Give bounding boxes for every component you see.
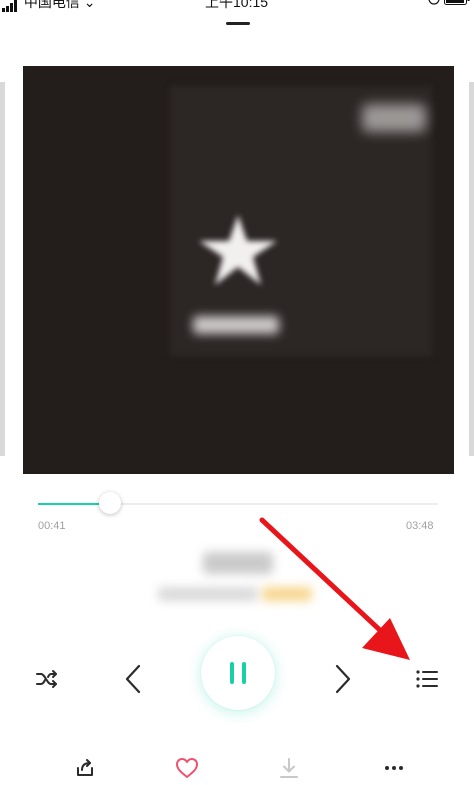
status-left: 中国电信 ⌄ (2, 0, 96, 12)
more-button[interactable] (378, 754, 410, 782)
total-time: 03:48 (406, 520, 434, 532)
artist-tag[interactable] (262, 587, 312, 601)
playlist-button[interactable] (411, 664, 443, 694)
elapsed-time: 00:41 (38, 520, 66, 532)
chevron-right-icon (335, 664, 351, 694)
progress-thumb[interactable] (99, 492, 121, 514)
more-icon (385, 766, 403, 770)
battery-icon (444, 0, 470, 5)
progress-slider[interactable] (38, 492, 438, 514)
heart-icon (176, 758, 198, 778)
shuffle-button[interactable] (30, 662, 64, 696)
play-pause-button[interactable] (201, 636, 275, 710)
alarm-icon (428, 0, 440, 5)
carrier-name: 中国电信 (23, 0, 80, 10)
status-time: 上午10:15 (205, 0, 269, 10)
album-art-corner-tag (362, 104, 426, 132)
previous-button[interactable] (118, 660, 148, 698)
signal-icon (2, 0, 17, 12)
like-button[interactable] (171, 754, 203, 782)
download-icon (280, 758, 298, 778)
chevron-left-icon (125, 664, 141, 694)
shuffle-icon (36, 670, 57, 688)
share-icon (77, 759, 93, 776)
wifi-icon: ⌄ (83, 0, 96, 10)
player-screen: 中国电信 ⌄ 上午10:15 00:41 03:48 (0, 0, 474, 785)
sheet-grabber[interactable] (226, 22, 250, 25)
pause-icon (230, 662, 246, 684)
artist-name[interactable] (158, 587, 258, 601)
share-button[interactable] (70, 754, 100, 782)
status-bar: 中国电信 ⌄ 上午10:15 (0, 0, 474, 12)
next-cover-peek[interactable] (469, 82, 474, 456)
star-logo-icon (199, 215, 277, 285)
album-art-caption (193, 316, 279, 334)
download-button[interactable] (274, 754, 304, 782)
song-title (203, 552, 273, 574)
playlist-icon (416, 670, 438, 688)
next-button[interactable] (328, 660, 358, 698)
prev-cover-peek[interactable] (0, 82, 5, 456)
album-art[interactable] (23, 66, 454, 474)
status-right (428, 0, 470, 8)
